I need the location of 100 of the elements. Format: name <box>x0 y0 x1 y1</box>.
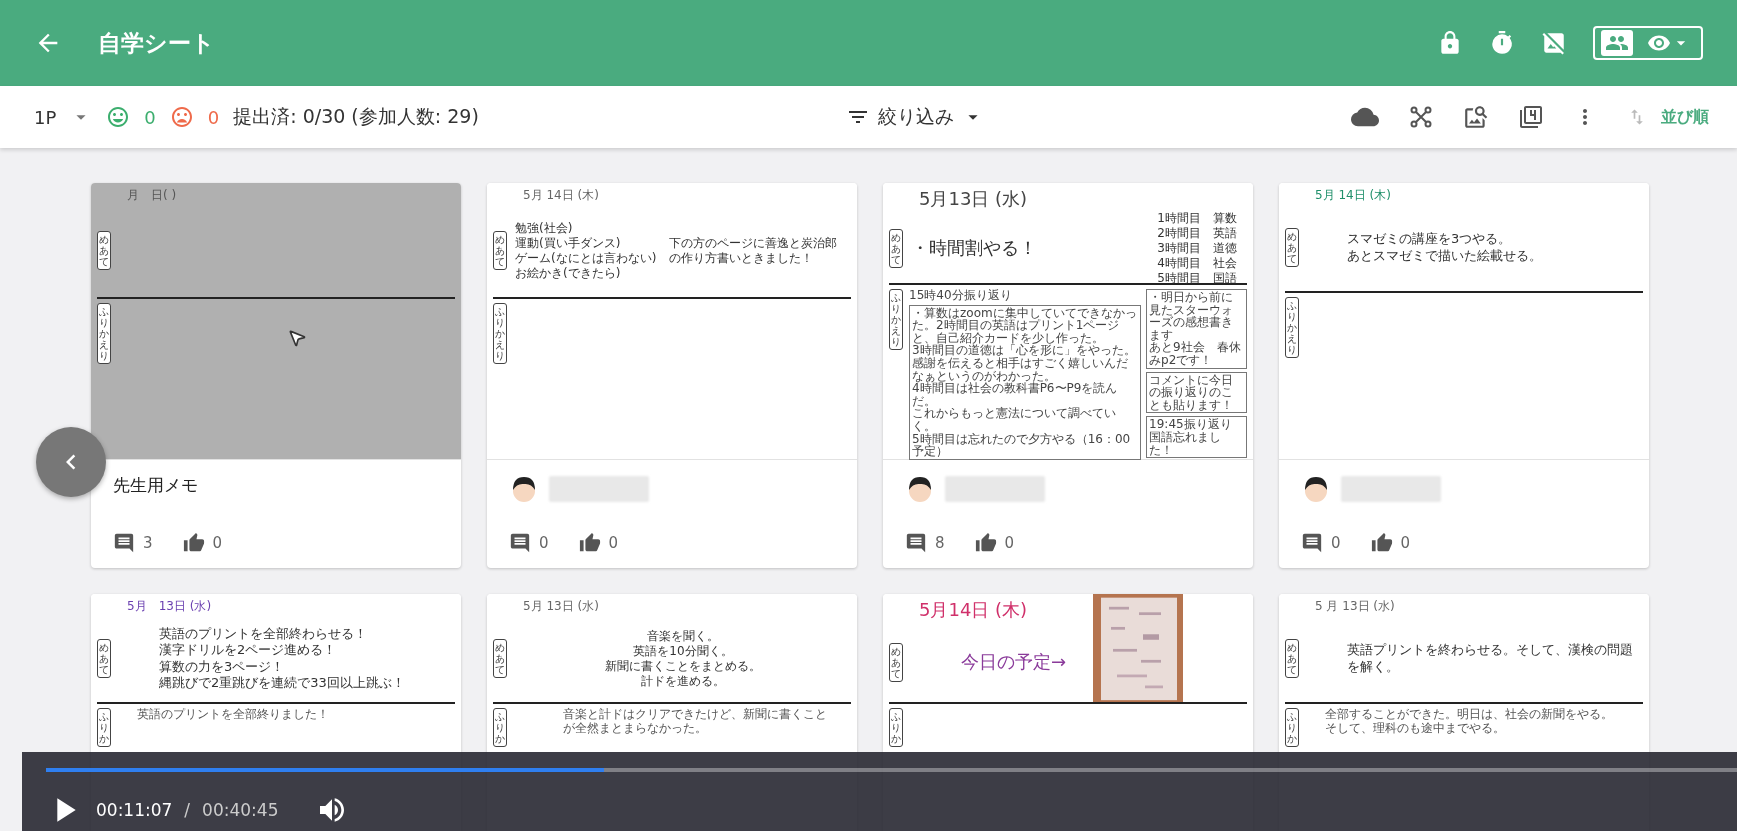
goal-label: めあて <box>1285 639 1299 678</box>
goal-label: めあて <box>493 639 507 678</box>
side-text: 2時間目 英語 <box>1157 226 1237 241</box>
reflection-label: ふりか <box>493 708 507 747</box>
note-text: 4時間目は社会の教科書P6〜P9を読んだ。 <box>912 382 1119 408</box>
like-count: 0 <box>608 534 619 552</box>
goal-label: めあて <box>97 231 111 270</box>
goal-text: 勉強(社会) <box>515 220 573 236</box>
cursor-icon <box>287 328 307 348</box>
reflection-label: ふりか <box>97 708 111 747</box>
goal-text: 新聞に書くことをまとめる。 <box>605 658 761 674</box>
previous-button[interactable] <box>36 427 106 497</box>
sheet-date: 5月 13日 (水) <box>126 598 212 615</box>
reflection-label: ふりかえり <box>97 303 111 364</box>
goal-text: 運動(買い手ダンス) <box>515 235 621 251</box>
side-text: 4時間目 社会 <box>1157 256 1237 271</box>
goal-text: スマゼミの講座を3つやる。 <box>1347 231 1512 248</box>
goal-text: 縄跳びで2重跳びを連続で33回以上跳ぶ！ <box>159 674 405 691</box>
reflection-label: ふりか <box>1285 708 1299 747</box>
thumbs-up-icon[interactable] <box>578 532 601 554</box>
sheet-date: 5月 14日 (木) <box>522 187 599 204</box>
goal-text: ・時間割やる！ <box>911 237 1037 260</box>
current-time: 00:11:07 <box>96 800 173 820</box>
filter-button[interactable]: 絞り込み <box>877 104 954 130</box>
goal-text: あとスマゼミで描いた絵載せる。 <box>1347 247 1542 264</box>
thumbs-up-icon[interactable] <box>974 532 997 554</box>
comment-icon[interactable] <box>113 532 135 554</box>
reflection-label: ふりか <box>889 708 903 747</box>
sheet-card[interactable]: 月 日( ) めあて ふりかえり 先生用メモ 3 0 <box>91 183 461 568</box>
view-toggle[interactable] <box>1593 26 1703 60</box>
grid-count-icon[interactable] <box>1519 105 1543 129</box>
bad-count: 0 <box>207 106 220 128</box>
note-text: 5時間目は忘れたので夕方やる（16：00予定） <box>912 432 1132 458</box>
thumbs-up-icon[interactable] <box>182 532 205 554</box>
goal-text: 今日の予定→ <box>961 650 1067 674</box>
like-count: 0 <box>212 534 223 552</box>
reflection-label: ふりかえり <box>493 303 507 364</box>
reflection-label: ふりかえり <box>1285 297 1299 358</box>
goal-text: 英語を10分聞く。 <box>633 643 733 659</box>
side-text: 5時間目 国語 <box>1157 271 1237 286</box>
note-text: コメントに今日の振り返りのことも貼ります！ <box>1149 373 1235 412</box>
good-count: 0 <box>144 106 156 128</box>
sheet-date: 5月13日 (水) <box>918 187 1028 211</box>
sheet-date: 5月14日 (木) <box>918 598 1028 622</box>
image-search-icon[interactable] <box>1463 104 1489 130</box>
thumbs-up-icon[interactable] <box>1370 532 1393 554</box>
sheet-date: 5 月 13日 (水) <box>1314 598 1395 615</box>
comment-icon[interactable] <box>509 532 531 554</box>
goal-label: めあて <box>1285 228 1299 267</box>
like-count: 0 <box>1004 534 1015 552</box>
smile-icon[interactable] <box>106 105 131 129</box>
goal-label: めあて <box>493 231 507 270</box>
page-selector[interactable]: 1P <box>34 106 57 128</box>
goal-text: ゲーム(なにとは言わない) <box>515 250 657 266</box>
note-text: ・明日から前に見たスターウォーズの感想書きます <box>1149 291 1234 342</box>
note-text: 19:45振り返り <box>1149 418 1233 431</box>
hide-image-icon[interactable] <box>1541 30 1567 56</box>
comment-icon[interactable] <box>1301 532 1323 554</box>
comment-count: 0 <box>1331 534 1341 552</box>
goal-text: 音楽を聞く。 <box>647 628 719 644</box>
note-text: 音楽と計ドはクリアできたけど、新聞に書くことが全然まとまらなかった。 <box>562 708 828 736</box>
note-text: これからもっと憲法について調べていく。 <box>912 407 1117 433</box>
reflection-label: ふりかえり <box>889 289 903 350</box>
sheet-date: 5月 13日 (水) <box>522 598 599 615</box>
note-text: ・算数はzoomに集中していてできなかった。2時間目の英語はプリント1ページと、自己紹介カードを少し作った。 <box>912 306 1138 345</box>
time-separator: / <box>184 800 191 820</box>
goal-label: めあて <box>889 229 903 268</box>
goal-text: 英語プリントを終わらせる。そして、漢検の問題を解く。 <box>1347 642 1634 675</box>
note-text: あと9社会 春休みp2です！ <box>1149 341 1242 367</box>
note-text: 15時40分振り返り <box>909 289 1013 302</box>
sheet-date: 月 日( ) <box>126 187 177 204</box>
side-text: 下の方のページに善逸と炭治郎の作り方書いときました！ <box>669 235 838 266</box>
note-text: 国語忘れました！ <box>1149 430 1222 457</box>
comment-icon[interactable] <box>905 532 927 554</box>
goal-text: 計ドを進める。 <box>641 673 725 689</box>
note-text: 3時間目の道徳は「心を形に」をやった。感謝を伝えると相手はすごく嬉しいんだなぁというのがわかった。 <box>912 344 1137 383</box>
side-text: 1時間目 算数 <box>1157 211 1237 226</box>
side-text: 3時間目 道徳 <box>1157 241 1237 256</box>
comment-count: 3 <box>143 534 153 552</box>
sheet-date: 5月 14日 (木) <box>1314 187 1391 204</box>
page-title: 自学シート <box>98 28 215 58</box>
sheet-card[interactable] <box>883 183 1253 568</box>
goal-text: 算数の力を3ページ！ <box>159 658 285 675</box>
timer-icon[interactable] <box>1489 30 1515 56</box>
people-icon[interactable] <box>1601 30 1633 56</box>
goal-text: 英語のプリントを全部終わらせる！ <box>159 626 367 643</box>
like-count: 0 <box>1400 534 1411 552</box>
sad-face-icon[interactable] <box>169 105 194 129</box>
network-icon[interactable] <box>1409 105 1433 129</box>
comment-count: 8 <box>935 534 945 552</box>
card-title: 先生用メモ <box>113 474 199 497</box>
goal-text: お絵かき(できたら) <box>515 265 621 281</box>
sheet-card[interactable]: 5月 14日 (木) めあて スマゼミの講座を3つやる。 あとスマゼミで描いた絵載せる。 ふりかえり 0 0 <box>1279 183 1649 568</box>
goal-label: めあて <box>97 639 111 678</box>
note-text: 英語のプリントを全部終りました！ <box>136 708 330 722</box>
goal-label: めあて <box>889 642 903 682</box>
goal-text: 漢字ドリルを2ページ進める！ <box>159 642 337 659</box>
comment-count: 0 <box>539 534 549 552</box>
submission-status: 提出済: 0/30 (参加人数: 29) <box>233 104 479 129</box>
note-text: 全部することができた。明日は、社会の新聞をやる。そして、理科のも途中までやる。 <box>1324 708 1614 736</box>
